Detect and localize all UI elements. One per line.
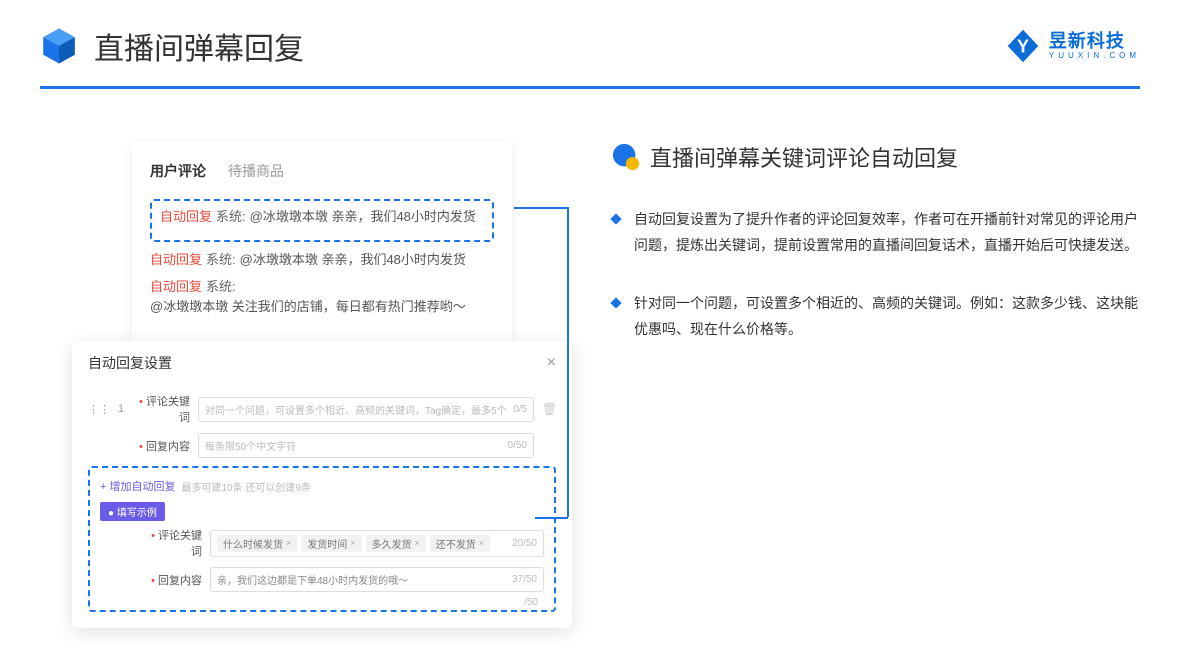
example-content-label: •回复内容: [144, 572, 202, 588]
autoreply-tag: 自动回复: [150, 277, 202, 298]
bullet-point: 针对同一个问题，可设置多个相近的、高频的关键词。例如：这款多少钱、这块能优惠吗、…: [612, 291, 1140, 343]
outer-count: /50: [524, 597, 538, 608]
keyword-tag[interactable]: 还不发货×: [430, 535, 490, 552]
example-badge: ● 填写示例: [100, 502, 165, 521]
system-tag: 系统:: [206, 277, 236, 298]
system-tag: 系统:: [206, 250, 236, 271]
autoreply-tag: 自动回复: [160, 207, 212, 228]
diamond-icon: [610, 213, 621, 224]
svg-text:Y: Y: [1017, 36, 1029, 56]
diamond-icon: [610, 297, 621, 308]
tab-pending-goods[interactable]: 待播商品: [228, 161, 284, 181]
brand-name-cn: 昱新科技: [1049, 32, 1140, 52]
example-content-input[interactable]: 亲，我们这边都是下单48小时内发货的哦～ 37/50: [210, 567, 544, 592]
example-row-keyword: •评论关键词 什么时候发货×发货时间× 多久发货×还不发货× 20/50: [100, 527, 544, 559]
form-row-content: •回复内容 每条限50个中文字符 0/50: [88, 433, 556, 458]
system-tag: 系统:: [216, 207, 246, 228]
keyword-tag[interactable]: 发货时间×: [301, 535, 361, 552]
highlight-box-example: + 增加自动回复 最多可建10条 还可以创建9条 ● 填写示例 •评论关键词 什…: [88, 466, 556, 612]
connector-line: [514, 207, 568, 209]
close-icon[interactable]: ×: [547, 354, 556, 372]
point-text: 针对同一个问题，可设置多个相近的、高频的关键词。例如：这款多少钱、这块能优惠吗、…: [634, 291, 1140, 343]
row-index: 1: [110, 403, 132, 415]
comment-row: 自动回复 系统: @冰墩墩本墩 亲亲，我们48小时内发货: [160, 207, 484, 228]
tab-user-comment[interactable]: 用户评论: [150, 161, 206, 181]
autoreply-tag: 自动回复: [150, 250, 202, 271]
row-drag-icon[interactable]: ⋮⋮: [88, 403, 110, 416]
brand-logo-icon: Y: [1005, 28, 1041, 64]
keyword-label: •评论关键词: [132, 393, 190, 425]
bubble-icon: [612, 143, 640, 171]
comment-text: @冰墩墩本墩 关注我们的店铺，每日都有热门推荐哟～: [150, 297, 466, 318]
char-count: 0/50: [508, 440, 527, 451]
description-area: 直播间弹幕关键词评论自动回复 自动回复设置为了提升作者的评论回复效率，作者可在开…: [580, 141, 1140, 384]
connector-line: [535, 517, 568, 519]
example-keyword-label: •评论关键词: [144, 527, 202, 559]
brand-name-en: YUUXIN.COM: [1049, 52, 1140, 61]
char-count: 0/5: [513, 404, 527, 415]
form-row-keyword: ⋮⋮ 1 •评论关键词 对同一个问题，可设置多个相近、高频的关键词，Tag确定，…: [88, 393, 556, 425]
input-placeholder: 对同一个问题，可设置多个相近、高频的关键词，Tag确定，最多5个: [205, 402, 507, 417]
cube-icon: [38, 25, 80, 67]
highlight-box-comment: 自动回复 系统: @冰墩墩本墩 亲亲，我们48小时内发货: [150, 199, 494, 242]
comment-tabs: 用户评论 待播商品: [150, 161, 494, 181]
autoreply-settings-modal: 自动回复设置 × ⋮⋮ 1 •评论关键词 对同一个问题，可设置多个相近、高频的关…: [72, 341, 572, 628]
add-autoreply-link[interactable]: + 增加自动回复 最多可建10条 还可以创建9条: [100, 478, 544, 494]
keyword-tag[interactable]: 什么时候发货×: [217, 535, 297, 552]
delete-icon[interactable]: 🗑: [542, 402, 556, 416]
connector-line: [567, 207, 569, 517]
example-keyword-input[interactable]: 什么时候发货×发货时间× 多久发货×还不发货× 20/50: [210, 530, 544, 557]
page-title: 直播间弹幕回复: [94, 24, 1005, 68]
content-input[interactable]: 每条限50个中文字符 0/50: [198, 433, 534, 458]
modal-header: 自动回复设置 ×: [88, 353, 556, 379]
section-title: 直播间弹幕关键词评论自动回复: [650, 141, 958, 173]
comment-text: @冰墩墩本墩 亲亲，我们48小时内发货: [250, 207, 476, 228]
modal-title: 自动回复设置: [88, 353, 172, 373]
point-text: 自动回复设置为了提升作者的评论回复效率，作者可在开播前针对常见的评论用户问题，提…: [634, 207, 1140, 259]
example-text: 亲，我们这边都是下单48小时内发货的哦～: [217, 572, 408, 587]
keyword-input[interactable]: 对同一个问题，可设置多个相近、高频的关键词，Tag确定，最多5个 0/5: [198, 397, 534, 422]
tag-container: 什么时候发货×发货时间× 多久发货×还不发货×: [217, 535, 494, 552]
screenshot-area: 用户评论 待播商品 自动回复 系统: @冰墩墩本墩 亲亲，我们48小时内发货 自…: [40, 141, 580, 384]
bullet-point: 自动回复设置为了提升作者的评论回复效率，作者可在开播前针对常见的评论用户问题，提…: [612, 207, 1140, 259]
char-count: 37/50: [512, 574, 537, 585]
char-count: 20/50: [512, 538, 537, 549]
brand-logo: Y 昱新科技 YUUXIN.COM: [1005, 28, 1140, 64]
section-header: 直播间弹幕关键词评论自动回复: [612, 141, 1140, 173]
input-placeholder: 每条限50个中文字符: [205, 438, 296, 453]
comment-row: 自动回复 系统: @冰墩墩本墩 关注我们的店铺，每日都有热门推荐哟～: [150, 277, 494, 319]
example-row-content: •回复内容 亲，我们这边都是下单48小时内发货的哦～ 37/50: [100, 567, 544, 592]
add-hint: 最多可建10条 还可以创建9条: [181, 479, 310, 494]
comment-text: @冰墩墩本墩 亲亲，我们48小时内发货: [240, 250, 466, 271]
content-label: •回复内容: [132, 438, 190, 454]
comment-row: 自动回复 系统: @冰墩墩本墩 亲亲，我们48小时内发货: [150, 250, 494, 271]
page-header: 直播间弹幕回复 Y 昱新科技 YUUXIN.COM: [0, 0, 1180, 68]
keyword-tag[interactable]: 多久发货×: [366, 535, 426, 552]
